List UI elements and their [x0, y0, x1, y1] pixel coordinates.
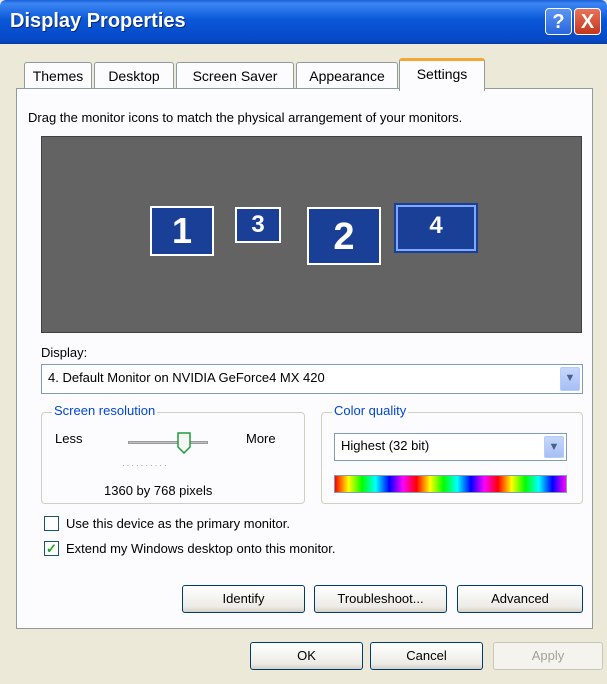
resolution-less-label: Less [55, 431, 83, 446]
tab-themes[interactable]: Themes [24, 62, 92, 89]
close-button[interactable]: X [574, 8, 601, 35]
resolution-slider-thumb[interactable] [177, 432, 191, 454]
instruction-text: Drag the monitor icons to match the phys… [28, 110, 463, 125]
display-select-value: 4. Default Monitor on NVIDIA GeForce4 MX… [48, 370, 325, 385]
resolution-value: 1360 by 768 pixels [104, 483, 213, 498]
tab-screen-saver[interactable]: Screen Saver [176, 62, 294, 89]
extend-desktop-checkbox[interactable]: ✓ [44, 541, 59, 556]
extend-desktop-label[interactable]: Extend my Windows desktop onto this moni… [66, 541, 336, 556]
title-bar[interactable]: Display Properties ? X [0, 0, 607, 44]
chevron-down-icon[interactable]: ▼ [560, 367, 580, 391]
resolution-more-label: More [246, 431, 276, 446]
apply-button[interactable]: Apply [493, 642, 603, 670]
checkmark-icon: ✓ [46, 541, 57, 556]
color-quality-select[interactable]: Highest (32 bit) ▼ [334, 433, 567, 461]
window-title: Display Properties [10, 10, 186, 32]
monitor-arrangement-area: 1 3 2 4 [41, 136, 582, 333]
advanced-button[interactable]: Advanced [457, 585, 583, 613]
troubleshoot-button[interactable]: Troubleshoot... [314, 585, 447, 613]
monitor-3[interactable]: 3 [235, 207, 281, 243]
color-quality-value: Highest (32 bit) [341, 438, 430, 453]
monitor-1[interactable]: 1 [150, 206, 214, 256]
tab-desktop[interactable]: Desktop [94, 62, 174, 89]
tab-settings[interactable]: Settings [399, 58, 485, 91]
chevron-down-icon[interactable]: ▼ [544, 436, 564, 458]
identify-button[interactable]: Identify [182, 585, 305, 613]
display-properties-window: Display Properties ? X Themes Desktop Sc… [0, 0, 607, 684]
monitor-2[interactable]: 2 [307, 207, 381, 265]
resolution-slider-track[interactable] [128, 441, 208, 444]
display-select[interactable]: 4. Default Monitor on NVIDIA GeForce4 MX… [41, 364, 583, 394]
color-quality-title: Color quality [332, 403, 409, 418]
display-label: Display: [41, 345, 88, 360]
primary-monitor-checkbox[interactable] [44, 516, 59, 531]
color-spectrum-bar [334, 475, 567, 493]
primary-monitor-label[interactable]: Use this device as the primary monitor. [66, 516, 290, 531]
tab-appearance[interactable]: Appearance [296, 62, 398, 89]
cancel-button[interactable]: Cancel [370, 642, 483, 670]
monitor-4[interactable]: 4 [394, 203, 478, 253]
screen-resolution-title: Screen resolution [52, 403, 158, 418]
resolution-slider-ticks: ·········· [122, 461, 169, 470]
help-button[interactable]: ? [545, 8, 572, 35]
ok-button[interactable]: OK [250, 642, 363, 670]
